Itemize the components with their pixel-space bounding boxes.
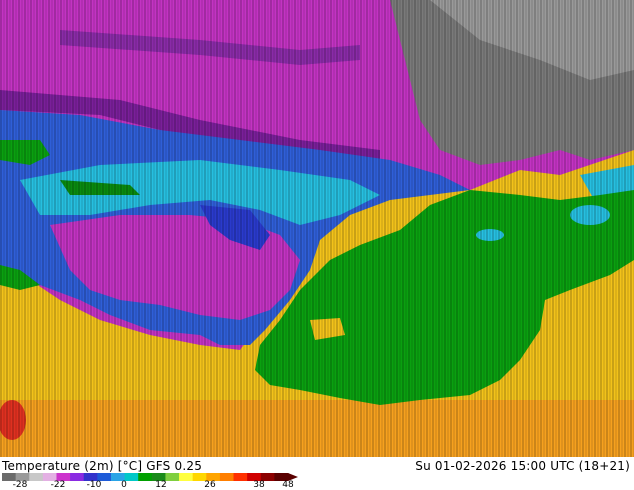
scale-tick-label: -22 — [50, 480, 66, 490]
map-title: Temperature (2m) [°C] GFS 0.25 — [2, 459, 203, 473]
valid-time: Su 01-02-2026 15:00 UTC (18+21) — [415, 459, 630, 473]
value-grid-overlay — [0, 0, 634, 457]
scale-tick-label: 26 — [204, 480, 216, 490]
map-canvas — [0, 0, 634, 457]
scale-tick-label: 48 — [282, 480, 294, 490]
scale-tick-label: -10 — [86, 480, 102, 490]
scale-tick-label: 12 — [155, 480, 167, 490]
temperature-map — [0, 0, 634, 457]
scale-ticks: -28 -22 -10 0 12 26 38 48 — [0, 480, 300, 490]
scale-tick-label: 38 — [253, 480, 265, 490]
scale-tick-label: 0 — [121, 480, 127, 490]
scale-tick-label: -28 — [12, 480, 28, 490]
